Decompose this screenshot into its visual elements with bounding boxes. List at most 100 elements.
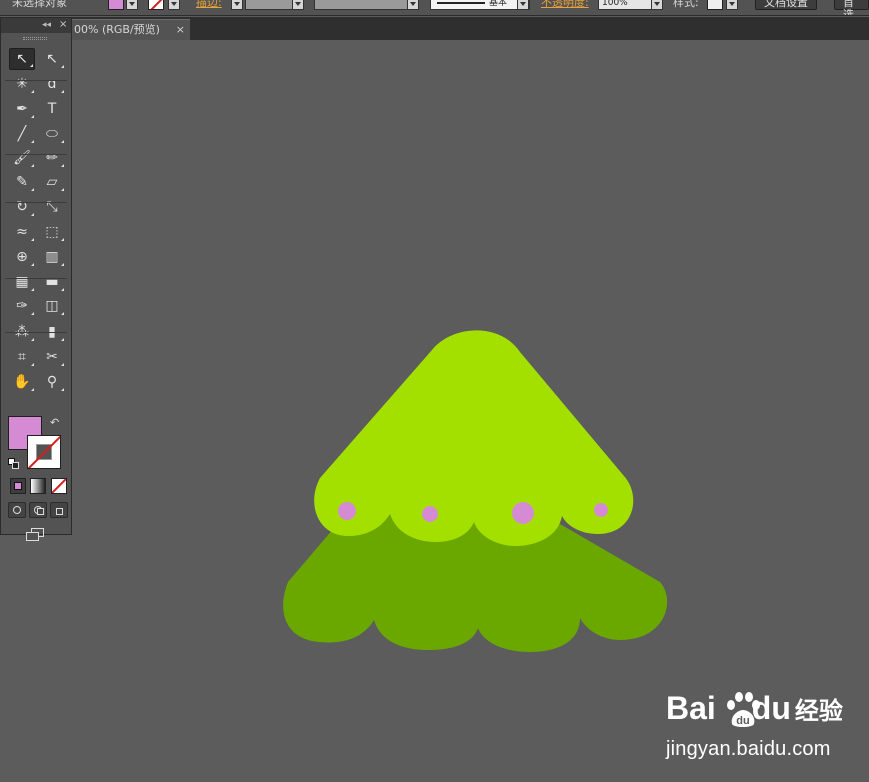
baidu-jingyan-watermark: Bai du du 经验 jingyan.baidu.com <box>666 686 866 766</box>
zoom-tool[interactable]: ⚲ <box>39 371 65 393</box>
perspective-grid-icon: ▥ <box>45 249 59 265</box>
svg-text:du: du <box>736 715 749 727</box>
ornament-1[interactable] <box>338 502 356 520</box>
watermark-logo: Bai du du 经验 <box>666 686 843 730</box>
eyedropper-tool[interactable]: ✑ <box>9 295 35 317</box>
brush-definition-field[interactable]: 基本 <box>430 0 530 10</box>
line-segment-icon: ╱ <box>17 126 27 142</box>
free-transform-tool[interactable]: ⬚ <box>39 221 65 243</box>
pen-icon: ✒ <box>16 101 28 117</box>
hand-icon: ✋ <box>13 374 31 390</box>
stroke-color-box[interactable] <box>27 435 61 469</box>
lasso-tool[interactable]: ɑ <box>39 73 65 95</box>
direct-selection-icon: ↖ <box>46 51 58 67</box>
none-slash-icon <box>28 436 60 468</box>
watermark-brand-left: Bai <box>666 689 716 726</box>
graphic-style-swatch[interactable] <box>707 0 723 10</box>
shape-builder-tool[interactable]: ⊕ <box>9 246 35 268</box>
stroke-label[interactable]: 描边: <box>196 0 222 12</box>
blend-tool[interactable]: ◫ <box>39 295 65 317</box>
stroke-color-swatch[interactable] <box>148 0 164 10</box>
ornament-2[interactable] <box>422 506 438 522</box>
stroke-weight-stepper[interactable] <box>231 0 243 10</box>
draw-normal-button[interactable] <box>8 502 26 518</box>
artboard-tool[interactable]: ⌗ <box>9 346 35 368</box>
blob-brush-tool[interactable]: ✎ <box>9 171 35 193</box>
opacity-field[interactable]: 100% <box>598 0 652 10</box>
tools-panel-header[interactable]: ◂◂ × <box>1 18 71 33</box>
brush-definition-dropdown[interactable] <box>517 0 529 10</box>
default-colors-icon[interactable] <box>8 458 19 469</box>
ornament-3[interactable] <box>512 502 534 524</box>
paw-icon: du <box>727 692 760 727</box>
style-label: 样式: <box>673 0 699 9</box>
eraser-icon: ▱ <box>46 174 58 190</box>
color-mode-button[interactable] <box>10 478 26 494</box>
type-tool[interactable]: T <box>39 98 65 120</box>
panel-grip[interactable] <box>23 37 47 40</box>
stroke-weight-dropdown[interactable] <box>292 0 304 10</box>
draw-inside-button[interactable] <box>50 502 68 518</box>
fill-dropdown-arrow[interactable] <box>126 0 138 10</box>
selection-tool[interactable]: ↖ <box>9 48 35 70</box>
blend-icon: ◫ <box>45 298 59 314</box>
slice-tool[interactable]: ✂ <box>39 346 65 368</box>
selection-icon: ↖ <box>16 51 28 67</box>
ellipse-tool[interactable]: ⬭ <box>39 123 65 145</box>
artboard-icon: ⌗ <box>18 349 26 365</box>
ornament-4[interactable] <box>594 503 608 517</box>
watermark-url: jingyan.baidu.com <box>666 738 831 760</box>
paintbrush-tool[interactable]: 🖌 <box>9 147 35 169</box>
paintbrush-icon: 🖌 <box>13 150 31 166</box>
line-segment-tool[interactable]: ╱ <box>9 123 35 145</box>
draw-behind-button[interactable] <box>29 502 47 518</box>
rotate-tool[interactable]: ↻ <box>9 196 35 218</box>
brush-stroke-preview <box>437 2 485 4</box>
selection-status: 未选择对象 <box>12 0 67 9</box>
ellipse-icon: ⬭ <box>46 126 58 142</box>
shape-builder-icon: ⊕ <box>16 249 28 265</box>
close-icon[interactable]: × <box>59 18 67 32</box>
gradient-icon: ▬ <box>45 274 59 290</box>
tool-separator <box>5 332 67 333</box>
collapse-icon[interactable]: ◂◂ <box>42 18 51 32</box>
tool-separator <box>5 202 67 203</box>
screen-mode-icon[interactable] <box>25 527 45 543</box>
eraser-tool[interactable]: ▱ <box>39 171 65 193</box>
artwork-canvas <box>283 330 668 652</box>
fill-color-swatch[interactable] <box>108 0 124 10</box>
none-mode-button[interactable] <box>51 478 67 494</box>
stroke-weight-field[interactable] <box>245 0 293 10</box>
brush-profile-label: 基本 <box>489 0 508 8</box>
pen-tool[interactable]: ✒ <box>9 98 35 120</box>
slice-icon: ✂ <box>46 349 58 365</box>
warp-tool[interactable]: ≈ <box>9 221 35 243</box>
tool-separator <box>5 278 67 279</box>
swap-colors-icon[interactable]: ↶ <box>50 416 59 429</box>
scale-tool[interactable]: ⤡ <box>39 196 65 218</box>
mesh-icon: ▦ <box>15 274 29 290</box>
pencil-tool[interactable]: ✏ <box>39 147 65 169</box>
gradient-mode-button[interactable] <box>30 478 46 494</box>
tool-separator <box>5 80 67 81</box>
variable-width-dropdown[interactable] <box>407 0 419 10</box>
stroke-dropdown-arrow[interactable] <box>168 0 180 10</box>
document-setup-button[interactable]: 文档设置 <box>755 0 817 10</box>
eyedropper-icon: ✑ <box>16 298 28 314</box>
tools-panel: ◂◂ × ↶ ↖↖✳ɑ✒T╱⬭🖌✏✎▱↻⤡≈⬚⊕▥▦▬✑◫⁂▮⌗✂✋⚲ <box>0 17 72 541</box>
close-icon[interactable]: × <box>176 20 185 40</box>
mesh-tool[interactable]: ▦ <box>9 271 35 293</box>
hand-tool[interactable]: ✋ <box>9 371 35 393</box>
graphic-style-dropdown[interactable] <box>726 0 738 10</box>
gradient-tool[interactable]: ▬ <box>39 271 65 293</box>
warp-icon: ≈ <box>16 224 28 240</box>
tree-top-layer[interactable] <box>314 330 634 546</box>
opacity-label[interactable]: 不透明度: <box>541 0 589 12</box>
variable-width-profile[interactable] <box>314 0 408 10</box>
opacity-dropdown[interactable] <box>651 0 663 10</box>
preferences-button[interactable]: 首选 <box>834 0 869 15</box>
perspective-grid-tool[interactable]: ▥ <box>39 246 65 268</box>
document-tab[interactable]: 00% (RGB/预览) × <box>70 19 190 40</box>
direct-selection-tool[interactable]: ↖ <box>39 48 65 70</box>
magic-wand-tool[interactable]: ✳ <box>9 73 35 95</box>
